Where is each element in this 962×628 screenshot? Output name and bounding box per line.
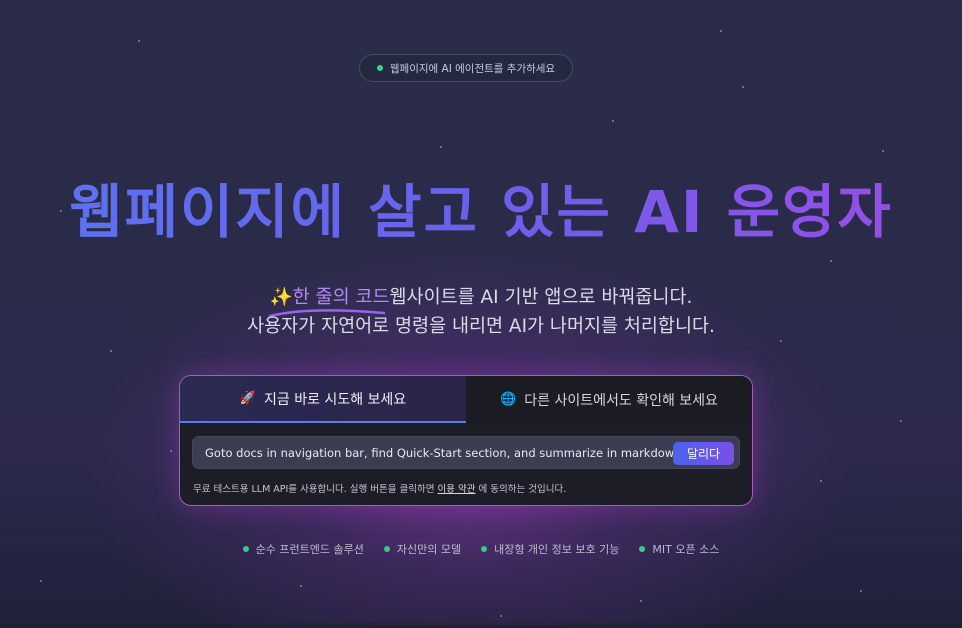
tab-other-sites[interactable]: 🌐 다른 사이트에서도 확인해 보세요	[466, 376, 752, 423]
panel-tabs: 🚀 지금 바로 시도해 보세요 🌐 다른 사이트에서도 확인해 보세요	[180, 376, 752, 423]
highlight-text: ✨한 줄의 코드	[269, 287, 390, 308]
command-input-row: Goto docs in navigation bar, find Quick-…	[192, 436, 740, 469]
bottom-edge	[0, 622, 962, 628]
badge-label: 웹페이지에 AI 에이전트를 추가하세요	[389, 62, 556, 75]
globe-icon: 🌐	[500, 392, 517, 407]
hero-title: 웹페이지에 살고 있는 AI 운영자	[0, 177, 962, 247]
tab-other-sites-label: 다른 사이트에서도 확인해 보세요	[524, 392, 718, 409]
tab-try-now[interactable]: 🚀 지금 바로 시도해 보세요	[180, 376, 466, 423]
feature-label: MIT 오픈 소스	[652, 543, 720, 556]
terms-link[interactable]: 이용 약관	[438, 484, 476, 495]
feature-label: 자신만의 모델	[396, 543, 462, 556]
status-dot-icon	[376, 65, 383, 71]
subtitle-line-2: 사용자가 자연어로 명령을 내리면 AI가 나머지를 처리합니다.	[247, 316, 715, 337]
tab-try-now-label: 지금 바로 시도해 보세요	[264, 391, 407, 408]
feature-item: 순수 프런트엔드 솔루션	[242, 541, 364, 557]
bullet-dot-icon	[481, 546, 488, 552]
try-it-panel: 🚀 지금 바로 시도해 보세요 🌐 다른 사이트에서도 확인해 보세요 Goto…	[179, 375, 753, 506]
feature-list: 순수 프런트엔드 솔루션 자신만의 모델 내장형 개인 정보 보호 기능 MIT…	[0, 541, 962, 557]
run-button[interactable]: 달리다	[673, 442, 734, 465]
terms-note: 무료 테스트용 LLM API를 사용합니다. 실행 버튼을 클릭하면 이용 약…	[193, 481, 566, 495]
highlight-one-line-of-code: ✨한 줄의 코드	[268, 285, 390, 318]
bullet-dot-icon	[639, 546, 646, 552]
subtitle-line-1-rest: 웹사이트를 AI 기반 앱으로 바꿔줍니다.	[389, 287, 693, 308]
terms-note-suffix: 에 동의하는 것입니다.	[475, 484, 567, 495]
feature-label: 내장형 개인 정보 보호 기능	[494, 543, 620, 556]
feature-item: 자신만의 모델	[383, 541, 462, 557]
subtitle-line-1: ✨한 줄의 코드 웹사이트를 AI 기반 앱으로 바꿔줍니다.	[0, 285, 962, 318]
command-input[interactable]: Goto docs in navigation bar, find Quick-…	[205, 437, 682, 470]
bullet-dot-icon	[242, 546, 249, 552]
announcement-badge[interactable]: 웹페이지에 AI 에이전트를 추가하세요	[359, 54, 573, 82]
rocket-icon: 🚀	[239, 391, 257, 406]
feature-label: 순수 프런트엔드 솔루션	[255, 543, 364, 556]
terms-note-prefix: 무료 테스트용 LLM API를 사용합니다. 실행 버튼을 클릭하면	[193, 484, 438, 495]
feature-item: MIT 오픈 소스	[639, 541, 719, 557]
bullet-dot-icon	[383, 546, 390, 552]
feature-item: 내장형 개인 정보 보호 기능	[481, 541, 619, 557]
